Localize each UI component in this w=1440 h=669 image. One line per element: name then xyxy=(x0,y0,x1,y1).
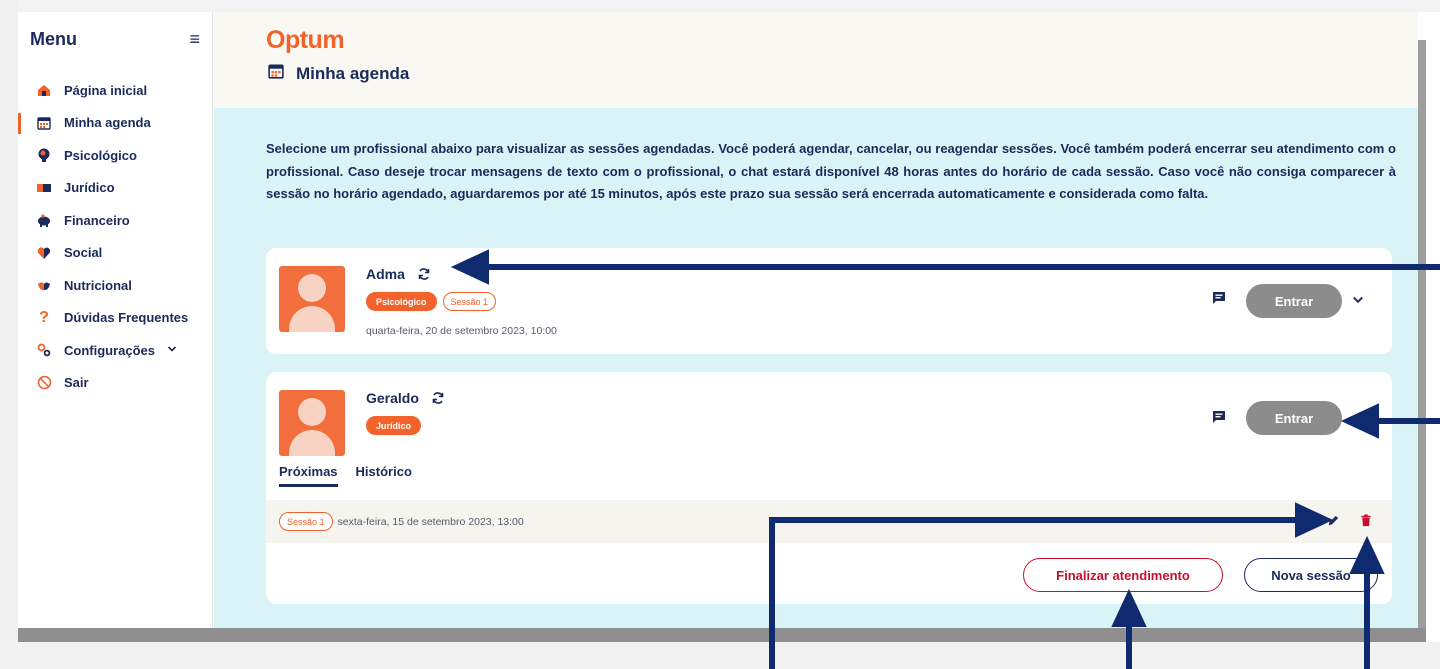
sidebar-nav: Página inicial Minha agenda Psicológico … xyxy=(18,74,213,399)
sidebar-item-label: Configurações xyxy=(64,342,156,358)
trash-icon[interactable] xyxy=(1360,514,1374,528)
list-item: Sessão 1 sexta-feira, 15 de setembro 202… xyxy=(266,500,1392,543)
frame-bottom-lite xyxy=(0,642,1440,669)
specialty-badge: Jurídico xyxy=(366,416,422,435)
calendar-icon xyxy=(36,115,52,131)
avatar xyxy=(279,266,345,332)
avatar xyxy=(279,390,345,456)
tags: Jurídico xyxy=(366,416,427,435)
sidebar-item-psicologico[interactable]: Psicológico xyxy=(18,139,213,172)
session-date: quarta-feira, 20 de setembro 2023, 10:00 xyxy=(366,325,557,337)
session-tabs: Próximas Histórico xyxy=(279,464,430,487)
enter-button[interactable]: Entrar xyxy=(1246,401,1342,435)
sidebar-item-nutricional[interactable]: Nutricional xyxy=(18,269,213,302)
professional-name-row: Geraldo xyxy=(366,390,445,406)
question-icon: ? xyxy=(39,308,49,326)
frame-bottom xyxy=(18,628,1426,642)
main-content: Selecione um profissional abaixo para vi… xyxy=(214,108,1418,628)
professional-name: Adma xyxy=(366,266,405,282)
specialty-badge: Psicológico xyxy=(366,292,437,311)
sidebar-item-label: Nutricional xyxy=(64,277,132,293)
sidebar-item-sair[interactable]: Sair xyxy=(18,367,213,400)
sidebar-item-financeiro[interactable]: Financeiro xyxy=(18,204,213,237)
menu-title: Menu xyxy=(30,28,77,49)
sidebar-item-configuracoes[interactable]: Configurações xyxy=(18,334,213,367)
tab-historico[interactable]: Histórico xyxy=(356,464,412,487)
enter-button[interactable]: Entrar xyxy=(1246,284,1342,318)
sidebar: Menu ≡ Página inicial Minha agenda Psico… xyxy=(18,12,213,628)
page-title: Minha agenda xyxy=(296,63,410,83)
professional-card-geraldo[interactable]: Geraldo Jurídico Entrar Próximas Históri… xyxy=(266,372,1392,604)
page-header: Optum Minha agenda xyxy=(214,12,1418,108)
professional-card-adma[interactable]: Adma Psicológico Sessão 1 quarta-feira, … xyxy=(266,248,1392,354)
sidebar-item-label: Sair xyxy=(64,375,89,391)
professional-name-row: Adma xyxy=(366,266,431,282)
session-badge: Sessão 1 xyxy=(442,292,497,311)
sidebar-item-label: Página inicial xyxy=(64,82,148,98)
heart-icon xyxy=(36,245,52,261)
sidebar-item-label: Financeiro xyxy=(64,212,130,228)
sidebar-item-minha-agenda[interactable]: Minha agenda xyxy=(18,107,213,140)
logout-icon xyxy=(36,375,52,391)
chevron-down-icon[interactable] xyxy=(1352,293,1366,307)
hamburger-menu-icon[interactable]: ≡ xyxy=(189,29,200,50)
chat-icon[interactable] xyxy=(1212,291,1228,307)
frame-right xyxy=(1418,40,1426,640)
tab-proximas[interactable]: Próximas xyxy=(279,464,338,487)
chevron-down-icon[interactable] xyxy=(167,344,177,357)
calendar-icon xyxy=(268,63,284,84)
sidebar-item-label: Psicológico xyxy=(64,147,137,163)
finalize-button[interactable]: Finalizar atendimento xyxy=(1023,558,1223,592)
menu-header: Menu ≡ xyxy=(30,26,200,52)
sidebar-item-label: Jurídico xyxy=(64,180,115,196)
gear-icon xyxy=(36,342,52,358)
new-session-button[interactable]: Nova sessão xyxy=(1244,558,1378,592)
professional-name: Geraldo xyxy=(366,390,419,406)
frame-left xyxy=(0,0,18,669)
brand-logo[interactable]: Optum xyxy=(266,26,345,55)
page-title-row: Minha agenda xyxy=(268,63,409,84)
sidebar-item-pagina-inicial[interactable]: Página inicial xyxy=(18,74,213,107)
apple-icon xyxy=(36,277,52,293)
edit-icon[interactable] xyxy=(1327,514,1341,528)
tags: Psicológico Sessão 1 xyxy=(366,292,497,311)
head-icon xyxy=(36,147,52,163)
home-icon xyxy=(36,82,52,98)
sidebar-item-label: Dúvidas Frequentes xyxy=(64,310,189,326)
frame-top xyxy=(0,0,1440,12)
book-icon xyxy=(36,180,52,196)
sidebar-item-label: Minha agenda xyxy=(64,115,151,131)
sync-icon[interactable] xyxy=(431,391,445,405)
session-badge: Sessão 1 xyxy=(279,512,333,531)
piggy-bank-icon xyxy=(36,212,52,228)
sidebar-item-duvidas-frequentes[interactable]: ? Dúvidas Frequentes xyxy=(18,302,213,335)
session-date: sexta-feira, 15 de setembro 2023, 13:00 xyxy=(337,515,524,528)
sidebar-item-social[interactable]: Social xyxy=(18,237,213,270)
sidebar-item-juridico[interactable]: Jurídico xyxy=(18,172,213,205)
sidebar-item-label: Social xyxy=(64,245,103,261)
chat-icon[interactable] xyxy=(1212,410,1228,426)
sync-icon[interactable] xyxy=(417,267,431,281)
intro-text: Selecione um profissional abaixo para vi… xyxy=(266,141,1396,201)
